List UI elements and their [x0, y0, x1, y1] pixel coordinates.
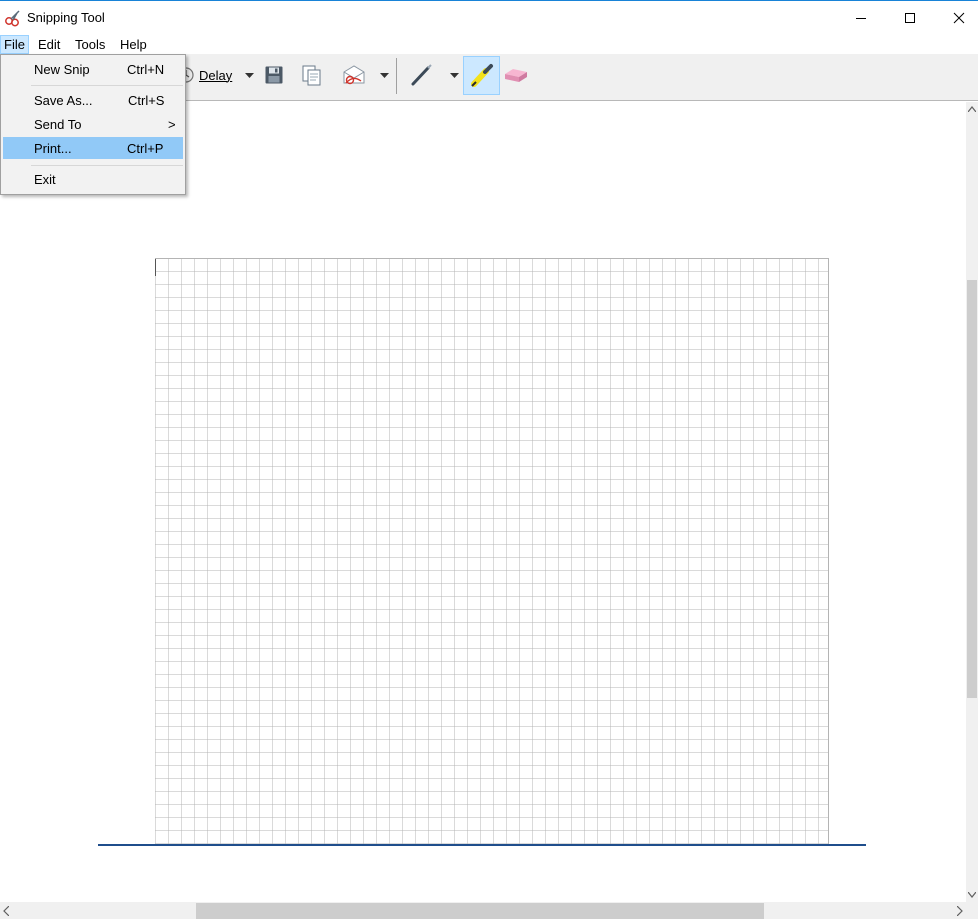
- send-dropdown-arrow-icon[interactable]: [378, 54, 390, 96]
- snip-canvas[interactable]: [0, 102, 966, 902]
- scrollbar-corner: [966, 902, 978, 919]
- save-icon[interactable]: [262, 54, 286, 96]
- menu-separator: [31, 85, 183, 86]
- close-icon: [953, 12, 965, 23]
- copy-icon[interactable]: [299, 54, 325, 96]
- menu-file[interactable]: File: [0, 35, 29, 54]
- minimize-button[interactable]: [838, 3, 884, 32]
- menu-item-exit[interactable]: Exit: [3, 168, 183, 190]
- title-bar[interactable]: Snipping Tool: [0, 2, 978, 33]
- maximize-button[interactable]: [887, 3, 933, 32]
- submenu-arrow-icon: >: [168, 117, 176, 132]
- highlighter-icon[interactable]: [463, 56, 500, 95]
- menu-item-label: New Snip: [34, 62, 90, 77]
- menu-item-label: Send To: [34, 117, 82, 132]
- menu-item-label: Exit: [34, 172, 56, 187]
- menu-item-shortcut: Ctrl+N: [127, 62, 165, 77]
- menu-tools[interactable]: Tools: [72, 35, 108, 54]
- vertical-scrollbar[interactable]: [966, 102, 978, 902]
- menu-item-save-as[interactable]: Save As... Ctrl+S: [3, 89, 183, 111]
- toolbar-divider: [396, 58, 397, 94]
- send-snip-icon[interactable]: [340, 54, 368, 96]
- maximize-icon: [905, 12, 915, 23]
- pen-icon[interactable]: [407, 54, 437, 96]
- menu-help[interactable]: Help: [117, 35, 150, 54]
- scroll-down-icon[interactable]: [968, 892, 976, 898]
- menu-item-shortcut: Ctrl+P: [127, 141, 164, 156]
- scissors-icon: [4, 9, 22, 27]
- vertical-scroll-thumb[interactable]: [967, 280, 977, 698]
- menu-edit[interactable]: Edit: [35, 35, 63, 54]
- menu-item-label: Save As...: [34, 93, 93, 108]
- horizontal-scroll-thumb[interactable]: [196, 903, 764, 919]
- minimize-icon: [856, 17, 866, 19]
- menu-item-new-snip[interactable]: New Snip Ctrl+N: [3, 58, 183, 80]
- snipping-tool-window: Snipping Tool File Edit Tools Help Delay: [0, 0, 978, 919]
- scroll-up-icon[interactable]: [968, 106, 976, 112]
- graph-paper-snip: [155, 258, 829, 845]
- scroll-left-icon[interactable]: [3, 906, 9, 916]
- file-menu-dropdown: New Snip Ctrl+N Save As... Ctrl+S Send T…: [0, 54, 186, 195]
- eraser-icon[interactable]: [502, 54, 530, 96]
- pen-dropdown-arrow-icon[interactable]: [448, 54, 460, 96]
- menu-item-print[interactable]: Print... Ctrl+P: [3, 137, 183, 159]
- delay-button[interactable]: Delay: [199, 67, 232, 83]
- menu-separator: [31, 165, 183, 166]
- menu-item-shortcut: Ctrl+S: [128, 93, 165, 108]
- menu-item-label: Print...: [34, 141, 72, 156]
- snip-baseline: [98, 844, 866, 846]
- delay-dropdown-arrow-icon[interactable]: [243, 54, 255, 96]
- menu-bar: File Edit Tools Help: [0, 33, 978, 54]
- scroll-right-icon[interactable]: [957, 906, 963, 916]
- close-button[interactable]: [936, 3, 978, 32]
- menu-item-send-to[interactable]: Send To >: [3, 113, 183, 135]
- window-title: Snipping Tool: [27, 10, 105, 25]
- horizontal-scrollbar[interactable]: [0, 902, 966, 919]
